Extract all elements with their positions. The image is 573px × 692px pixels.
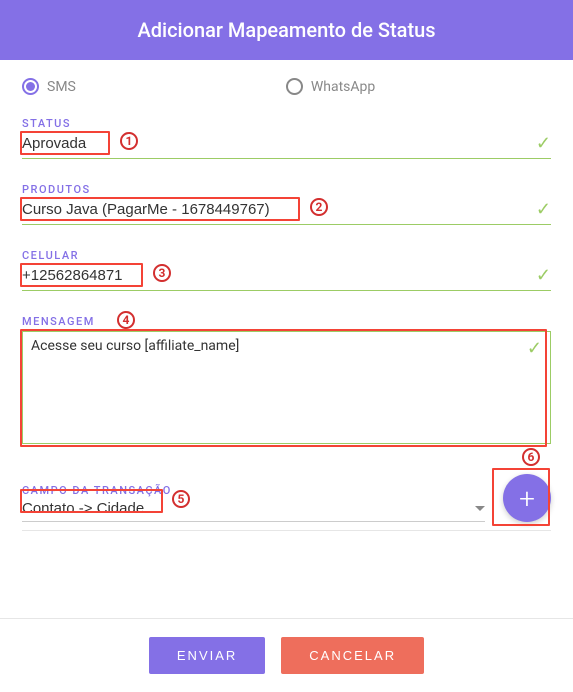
- add-button[interactable]: +: [503, 474, 551, 522]
- field-mensagem: MENSAGEM 4 Acesse seu curso [affiliate_n…: [22, 315, 551, 444]
- plus-icon: +: [519, 482, 535, 515]
- check-icon: ✓: [536, 265, 551, 286]
- input-celular[interactable]: [22, 267, 536, 284]
- radio-sms-label: SMS: [47, 79, 76, 95]
- input-produtos[interactable]: [22, 201, 536, 218]
- row-campo-transacao: CAMPO DA TRANSAÇÃO + 5 6: [22, 474, 551, 522]
- check-icon: ✓: [536, 199, 551, 220]
- textarea-mensagem[interactable]: Acesse seu curso [affiliate_name]: [31, 338, 542, 433]
- divider: [22, 530, 551, 531]
- submit-button[interactable]: ENVIAR: [149, 637, 265, 674]
- radio-sms[interactable]: SMS: [22, 78, 76, 95]
- radio-whatsapp[interactable]: WhatsApp: [286, 78, 375, 95]
- input-status[interactable]: [22, 135, 536, 152]
- field-status: STATUS ✓ 1: [22, 117, 551, 159]
- radio-whatsapp-label: WhatsApp: [311, 79, 375, 95]
- cancel-button[interactable]: CANCELAR: [281, 637, 424, 674]
- dialog-content: SMS WhatsApp STATUS ✓ 1 PRODUTOS ✓ 2 CEL…: [0, 60, 573, 618]
- label-status: STATUS: [22, 117, 551, 130]
- field-campo-transacao: CAMPO DA TRANSAÇÃO: [22, 484, 485, 522]
- label-celular: CELULAR: [22, 249, 551, 262]
- label-campo-transacao: CAMPO DA TRANSAÇÃO: [22, 484, 485, 497]
- check-icon: ✓: [536, 133, 551, 154]
- field-celular: CELULAR ✓ 3: [22, 249, 551, 291]
- check-icon: ✓: [527, 338, 542, 359]
- label-produtos: PRODUTOS: [22, 183, 551, 196]
- select-value[interactable]: [22, 500, 475, 517]
- radio-icon: [286, 78, 303, 95]
- dialog-title: Adicionar Mapeamento de Status: [137, 18, 435, 42]
- channel-radio-group: SMS WhatsApp: [22, 78, 551, 95]
- label-mensagem: MENSAGEM: [22, 315, 551, 328]
- dialog-footer: ENVIAR CANCELAR: [0, 618, 573, 692]
- dialog-header: Adicionar Mapeamento de Status: [0, 0, 573, 60]
- chevron-down-icon: [475, 506, 485, 511]
- field-produtos: PRODUTOS ✓ 2: [22, 183, 551, 225]
- select-campo-transacao[interactable]: [22, 500, 485, 522]
- annotation-6: 6: [522, 448, 540, 466]
- radio-icon-selected: [22, 78, 39, 95]
